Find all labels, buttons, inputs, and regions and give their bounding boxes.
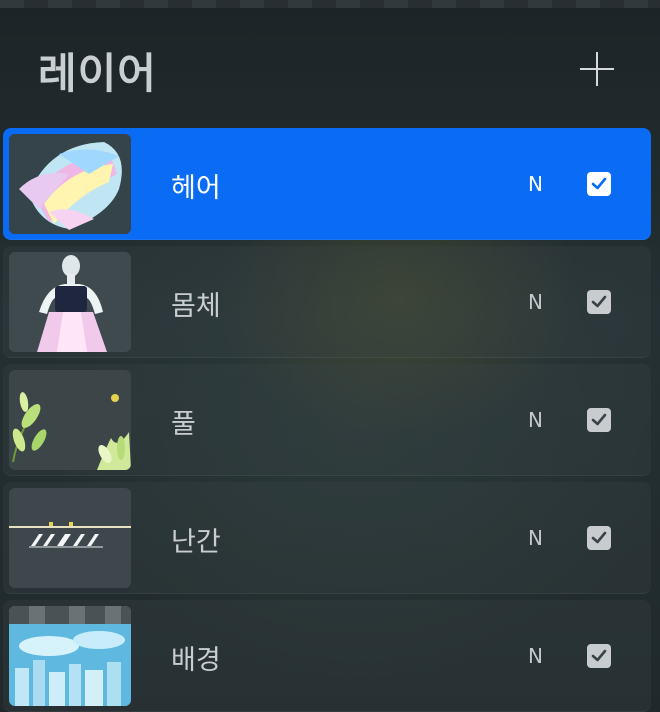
layer-name: 난간 <box>171 527 221 558</box>
add-layer-button[interactable] <box>578 50 616 88</box>
visibility-checkbox[interactable] <box>587 290 611 314</box>
checkmark-icon <box>591 295 607 308</box>
blend-mode-button[interactable]: N <box>528 644 543 668</box>
layer-name: 배경 <box>171 645 221 676</box>
panel-title: 레이어 <box>38 49 157 98</box>
layer-thumbnail-background <box>9 606 131 706</box>
layer-thumbnail-railing <box>9 488 131 588</box>
visibility-checkbox[interactable] <box>587 526 611 550</box>
layer-row-grass[interactable]: 풀 N <box>3 364 651 476</box>
blend-mode-button[interactable]: N <box>528 290 543 314</box>
visibility-checkbox[interactable] <box>587 172 611 196</box>
blend-mode-button[interactable]: N <box>528 526 543 550</box>
layer-name: 헤어 <box>171 173 221 204</box>
layers-panel: 레이어 헤어 N 몸체 N 풀 N 난간 N 배경 N <box>0 0 660 712</box>
blend-mode-button[interactable]: N <box>528 172 543 196</box>
layer-row-hair[interactable]: 헤어 N <box>3 128 651 240</box>
visibility-checkbox[interactable] <box>587 644 611 668</box>
checkmark-icon <box>591 177 607 190</box>
checkmark-icon <box>591 413 607 426</box>
blend-mode-button[interactable]: N <box>528 408 543 432</box>
checkmark-icon <box>591 649 607 662</box>
layer-thumbnail-grass <box>9 370 131 470</box>
layer-name: 풀 <box>171 409 196 440</box>
layer-thumbnail-body <box>9 252 131 352</box>
layer-row-railing[interactable]: 난간 N <box>3 482 651 594</box>
visibility-checkbox[interactable] <box>587 408 611 432</box>
checkmark-icon <box>591 531 607 544</box>
layer-row-body[interactable]: 몸체 N <box>3 246 651 358</box>
layer-row-background[interactable]: 배경 N <box>3 600 651 712</box>
layer-name: 몸체 <box>171 291 221 322</box>
layer-thumbnail-hair <box>9 134 131 234</box>
